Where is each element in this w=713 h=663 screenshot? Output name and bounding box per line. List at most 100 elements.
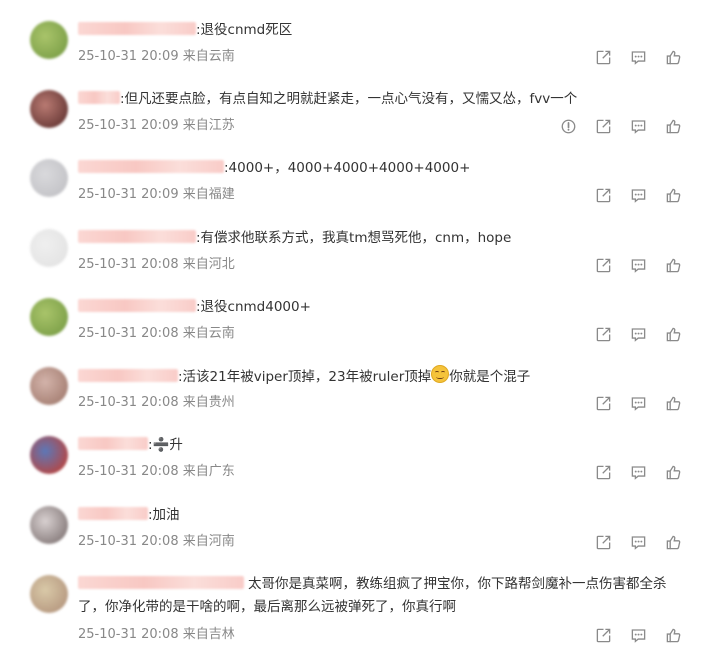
username-blurred[interactable] xyxy=(78,437,148,450)
location: 来自云南 xyxy=(182,49,235,64)
avatar[interactable] xyxy=(30,229,68,267)
share-icon xyxy=(595,118,612,135)
timestamp: 25-10-31 20:08 xyxy=(78,534,179,549)
share-icon xyxy=(595,257,612,274)
like-icon xyxy=(665,326,682,343)
username-blurred[interactable] xyxy=(78,230,196,243)
like-button[interactable] xyxy=(656,462,691,482)
comment-text: :加油 xyxy=(148,507,180,523)
share-button[interactable] xyxy=(586,462,621,482)
like-icon xyxy=(665,49,682,66)
username-blurred[interactable] xyxy=(78,299,196,312)
avatar[interactable] xyxy=(30,506,68,544)
comment-button[interactable] xyxy=(621,462,656,482)
comment-meta: 25-10-31 20:08 来自吉林 xyxy=(78,623,235,642)
comment-actions xyxy=(586,462,691,482)
username-blurred[interactable] xyxy=(78,91,120,104)
comment-list: :退役cnmd死区 25-10-31 20:09 来自云南 :但凡还要点脸，有点自知… xyxy=(0,0,713,663)
share-icon xyxy=(595,627,612,644)
comment-content: :活该21年被viper顶掉，23年被ruler顶掉 你就是个混子 25-10-31… xyxy=(78,365,688,410)
like-icon xyxy=(665,627,682,644)
comment-button[interactable] xyxy=(621,393,656,413)
share-button[interactable] xyxy=(586,116,621,136)
avatar[interactable] xyxy=(30,90,68,128)
comment-content: :退役cnmd4000+ 25-10-31 20:08 来自云南 xyxy=(78,296,688,341)
like-button[interactable] xyxy=(656,625,691,645)
comment-icon xyxy=(630,257,647,274)
comment-line: :退役cnmd死区 xyxy=(78,19,688,42)
share-button[interactable] xyxy=(586,185,621,205)
like-icon xyxy=(665,187,682,204)
like-button[interactable] xyxy=(656,255,691,275)
share-icon xyxy=(595,534,612,551)
comment-button[interactable] xyxy=(621,625,656,645)
avatar[interactable] xyxy=(30,436,68,474)
share-button[interactable] xyxy=(586,324,621,344)
like-button[interactable] xyxy=(656,116,691,136)
like-button[interactable] xyxy=(656,185,691,205)
username-blurred[interactable] xyxy=(78,369,178,382)
username-blurred[interactable] xyxy=(78,22,196,35)
timestamp: 25-10-31 20:09 xyxy=(78,118,179,133)
location: 来自吉林 xyxy=(182,627,235,642)
like-button[interactable] xyxy=(656,532,691,552)
comment-line: :➗升 xyxy=(78,434,688,457)
location: 来自广东 xyxy=(182,464,235,479)
comment-button[interactable] xyxy=(621,324,656,344)
comment-text: :退役cnmd死区 xyxy=(196,22,293,38)
username-blurred[interactable] xyxy=(78,507,148,520)
comment-text-continued: 你就是个混子 xyxy=(449,369,531,385)
comment-button[interactable] xyxy=(621,116,656,136)
comment-button[interactable] xyxy=(621,532,656,552)
timestamp: 25-10-31 20:08 xyxy=(78,464,179,479)
username-blurred[interactable] xyxy=(78,160,224,173)
timestamp: 25-10-31 20:08 xyxy=(78,627,179,642)
share-button[interactable] xyxy=(586,47,621,67)
comment-line: :有偿求他联系方式，我真tm想骂死他，cnm，hope xyxy=(78,227,688,250)
share-button[interactable] xyxy=(586,625,621,645)
comment-text: :4000+，4000+4000+4000+4000+ xyxy=(224,160,471,176)
comment-icon xyxy=(630,326,647,343)
report-icon xyxy=(560,118,577,135)
like-button[interactable] xyxy=(656,324,691,344)
comment-content: 太哥你是真菜啊，教练组疯了押宝你，你下路帮剑魔补一点伤害都全杀了，你净化带的是干… xyxy=(78,573,688,642)
comment-text: :➗升 xyxy=(148,437,183,453)
comment-meta: 25-10-31 20:08 来自贵州 xyxy=(78,391,235,410)
comment-content: :加油 25-10-31 20:08 来自河南 xyxy=(78,504,688,549)
comment-item: :➗升 25-10-31 20:08 来自广东 xyxy=(0,436,713,496)
avatar[interactable] xyxy=(30,298,68,336)
share-icon xyxy=(595,464,612,481)
comment-content: :4000+，4000+4000+4000+4000+ 25-10-31 20:0… xyxy=(78,157,688,202)
share-button[interactable] xyxy=(586,255,621,275)
comment-button[interactable] xyxy=(621,255,656,275)
comment-meta: 25-10-31 20:08 来自云南 xyxy=(78,322,235,341)
comment-item: :加油 25-10-31 20:08 来自河南 xyxy=(0,506,713,566)
location: 来自河北 xyxy=(182,257,235,272)
location: 来自河南 xyxy=(182,534,235,549)
comment-button[interactable] xyxy=(621,185,656,205)
comment-content: :➗升 25-10-31 20:08 来自广东 xyxy=(78,434,688,479)
comment-text: :但凡还要点脸，有点自知之明就赶紧走，一点心气没有，又懦又怂，fvv一个 xyxy=(120,91,578,107)
avatar[interactable] xyxy=(30,367,68,405)
timestamp: 25-10-31 20:08 xyxy=(78,257,179,272)
avatar[interactable] xyxy=(30,575,68,613)
avatar[interactable] xyxy=(30,159,68,197)
comment-content: :退役cnmd死区 25-10-31 20:09 来自云南 xyxy=(78,19,688,64)
comment-button[interactable] xyxy=(621,47,656,67)
share-icon xyxy=(595,395,612,412)
comment-line: :但凡还要点脸，有点自知之明就赶紧走，一点心气没有，又懦又怂，fvv一个 xyxy=(78,88,688,111)
report-button[interactable] xyxy=(551,116,586,136)
comment-actions xyxy=(586,47,691,67)
like-button[interactable] xyxy=(656,47,691,67)
comment-line: :退役cnmd4000+ xyxy=(78,296,688,319)
timestamp: 25-10-31 20:09 xyxy=(78,49,179,64)
username-blurred[interactable] xyxy=(78,576,244,589)
like-button[interactable] xyxy=(656,393,691,413)
comment-item: 太哥你是真菜啊，教练组疯了押宝你，你下路帮剑魔补一点伤害都全杀了，你净化带的是干… xyxy=(0,573,713,643)
comment-actions xyxy=(586,255,691,275)
comment-meta: 25-10-31 20:09 来自江苏 xyxy=(78,114,235,133)
share-button[interactable] xyxy=(586,532,621,552)
share-button[interactable] xyxy=(586,393,621,413)
avatar[interactable] xyxy=(30,21,68,59)
comment-actions xyxy=(586,532,691,552)
